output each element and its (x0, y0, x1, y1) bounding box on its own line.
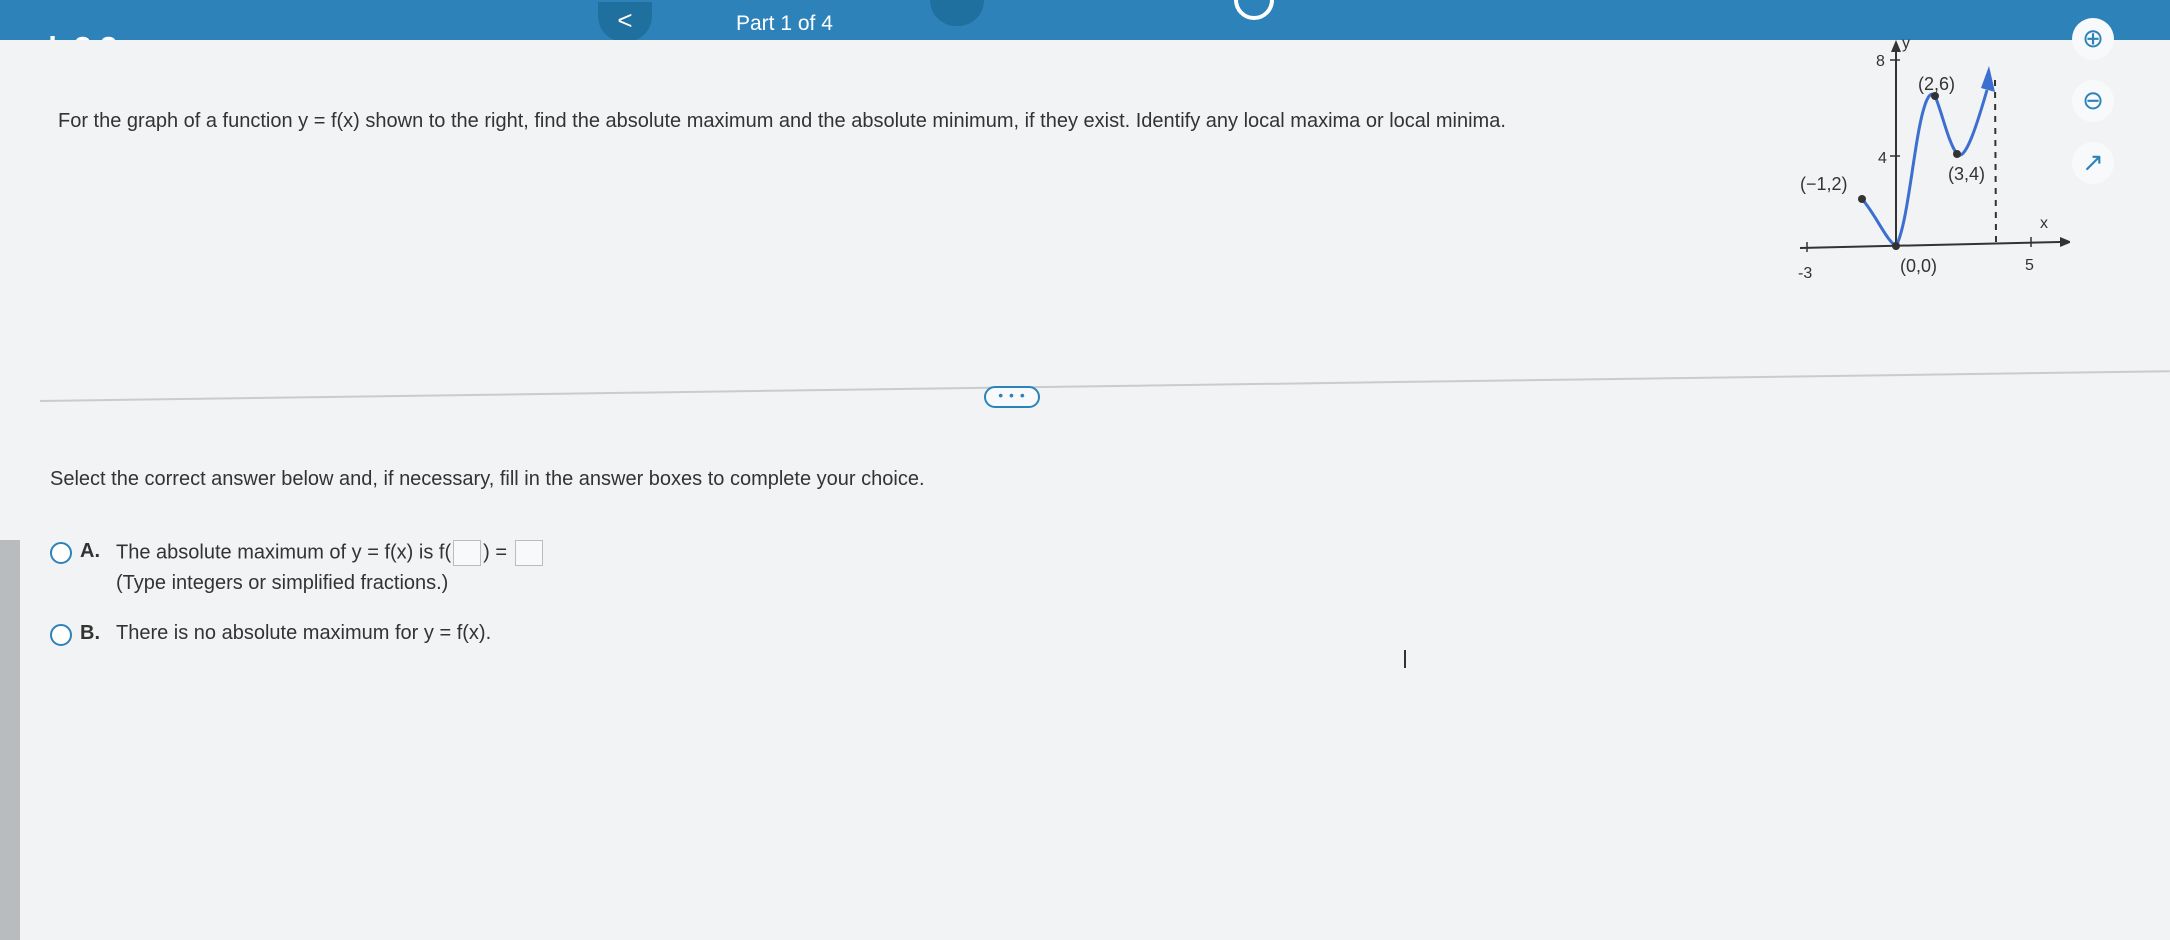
question-status-icon (1234, 0, 1274, 20)
x-axis-arrow (2060, 237, 2070, 247)
option-a-hint: (Type integers or simplified fractions.) (116, 572, 449, 594)
answer-box-value[interactable] (514, 540, 543, 566)
option-a-letter: A. (80, 540, 100, 562)
popout-icon[interactable]: ↗ (2072, 142, 2114, 184)
option-a-radio[interactable] (50, 542, 72, 564)
x-tick-neg3-label: -3 (1798, 265, 1812, 282)
instruction-text: Select the correct answer below and, if … (50, 468, 925, 490)
label-neg1-2: (−1,2) (1800, 174, 1848, 194)
option-b-text: There is no absolute maximum for y = f(x… (116, 622, 492, 644)
point-neg1-2 (1858, 195, 1866, 203)
x-tick-5-label: 5 (2025, 257, 2034, 274)
question-text: For the graph of a function y = f(x) sho… (58, 110, 1506, 132)
y-axis-label: y (1902, 35, 1910, 52)
previous-question-button[interactable]: < (598, 2, 652, 42)
y-axis-arrow (1891, 40, 1901, 52)
asymptote-line (1994, 79, 1997, 243)
label-3-4: (3,4) (1948, 164, 1985, 184)
option-b-radio[interactable] (50, 624, 72, 646)
point-3-4 (1953, 150, 1961, 158)
label-0-0: (0,0) (1900, 256, 1937, 276)
y-tick-4-label: 4 (1878, 150, 1887, 167)
expand-more-button[interactable]: • • • (984, 386, 1040, 408)
option-b-letter: B. (80, 622, 100, 644)
option-a-text: The absolute maximum of y = f(x) is f( ) … (116, 540, 545, 566)
option-a-text-mid: ) = (483, 541, 508, 564)
zoom-out-icon[interactable]: ⊖ (2072, 80, 2114, 122)
next-question-button[interactable] (930, 0, 984, 26)
left-scrollbar[interactable] (0, 540, 20, 940)
part-indicator: Part 1 of 4 (736, 12, 833, 35)
x-axis-label: x (2040, 215, 2048, 232)
text-cursor-icon (1404, 650, 1406, 668)
curve-end-arrow (1981, 66, 1995, 92)
zoom-in-icon[interactable]: ⊕ (2072, 18, 2114, 60)
y-tick-8-label: 8 (1876, 53, 1885, 70)
point-0-0 (1892, 242, 1900, 250)
x-axis (1799, 241, 2061, 249)
answer-box-x[interactable] (453, 540, 482, 566)
option-a-text-before: The absolute maximum of y = f(x) is f( (116, 541, 452, 564)
label-2-6: (2,6) (1918, 74, 1955, 94)
function-graph: 8 4 y x -3 5 (−1,2) (0,0) (2,6) (3,4) (1798, 35, 2070, 282)
